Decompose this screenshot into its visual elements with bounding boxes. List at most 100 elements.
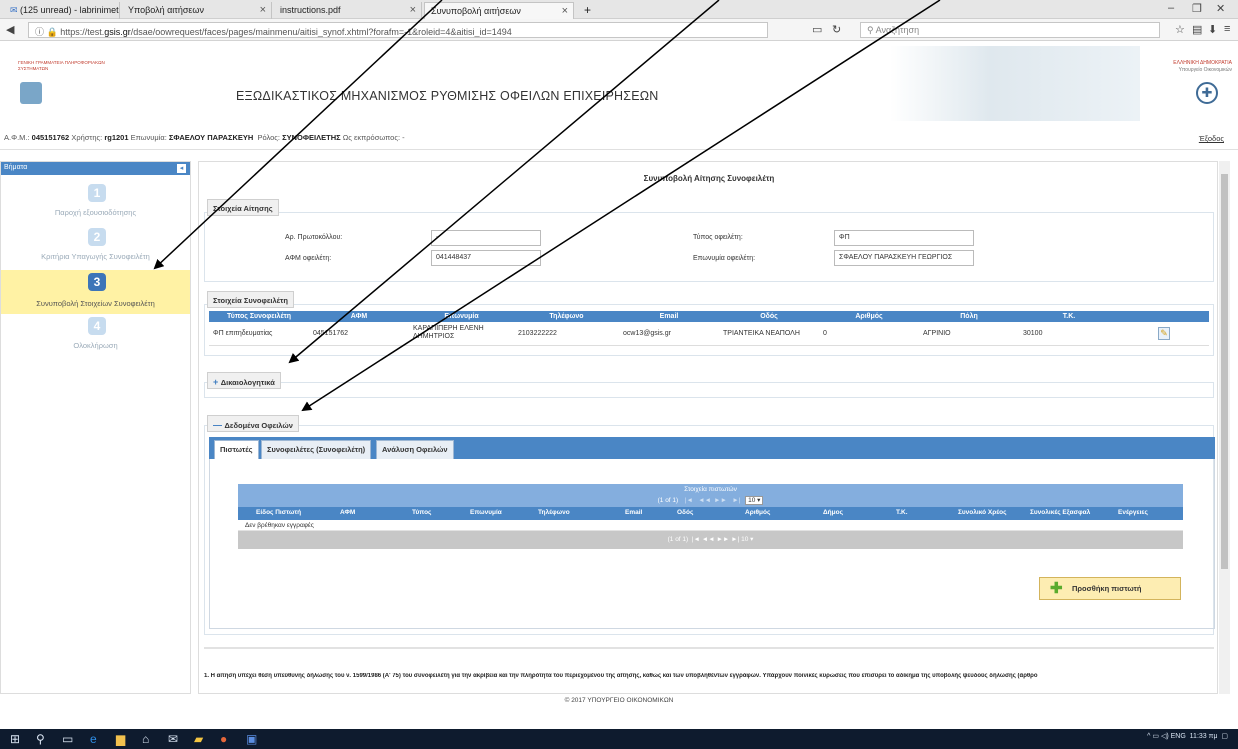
close-icon[interactable]: × (562, 5, 568, 17)
minimize-icon[interactable]: – (1168, 2, 1174, 14)
next-page-icon[interactable]: ►► (713, 495, 727, 507)
tray-icons[interactable]: ^ ▭ ◁) (1147, 733, 1170, 740)
library-icon[interactable]: ▤ (1192, 23, 1202, 36)
documents-section-toggle[interactable]: + Δικαιολογητικά (207, 372, 281, 389)
name-value: ΣΦΑΕΛΟΥ ΠΑΡΑΣΚΕΥΗ (168, 133, 254, 142)
representative-value: Ως εκπρόσωπος: - (342, 133, 405, 142)
app-icon[interactable]: ▣ (246, 732, 257, 746)
column-header: Συνολικό Χρέος (958, 509, 1007, 516)
column-header-actions (1119, 311, 1209, 322)
scrollbar-thumb[interactable] (1221, 174, 1228, 569)
store-icon[interactable]: ⌂ (142, 732, 149, 746)
browser-tab-submissions[interactable]: Υποβολή αιτήσεων × (122, 2, 272, 19)
browser-tab-bar: ✉ (125 unread) - labrinimetas × Υποβολή … (0, 0, 1238, 19)
divider (204, 647, 1214, 649)
expand-plus-icon: + (213, 377, 221, 387)
add-creditor-button[interactable]: ✚ Προσθήκη πιστωτή (1039, 577, 1181, 600)
mail-icon[interactable]: ✉ (168, 732, 178, 746)
column-header: Τ.Κ. (896, 509, 908, 516)
browser-tab-mail[interactable]: ✉ (125 unread) - labrinimetas × (4, 2, 120, 19)
page-size-select[interactable]: 10 ▾ (745, 496, 764, 505)
cell-afm: 045151762 (309, 322, 409, 346)
role-value: ΣΥΝΟΦΕΙΛΕΤΗΣ (282, 133, 341, 142)
gsis-logo (20, 82, 42, 104)
documents-section-label: Δικαιολογητικά (220, 378, 275, 387)
debts-tabs: Πιστωτές Συνοφειλέτες (Συνοφειλέτη) Ανάλ… (209, 437, 1215, 459)
download-icon[interactable]: ⬇ (1208, 23, 1217, 36)
step-number: 3 (88, 273, 106, 291)
step-criteria[interactable]: 2 Κριτήρια Υπαγωγής Συνοφειλέτη (1, 228, 190, 268)
prev-page-icon[interactable]: ◄◄ (702, 536, 715, 543)
task-view-icon[interactable]: ▭ (62, 732, 73, 746)
codebtor-section-label[interactable]: Στοιχεία Συνοφειλέτη (207, 291, 294, 308)
folder-icon[interactable]: ▰ (194, 732, 203, 746)
menu-icon[interactable]: ≡ (1224, 23, 1230, 35)
collapse-minus-icon: — (213, 420, 225, 430)
close-icon[interactable]: × (410, 4, 416, 16)
step-number: 1 (88, 184, 106, 202)
language-indicator[interactable]: ENG (1171, 733, 1186, 740)
browser-search-input[interactable]: ⚲ Αναζήτηση (860, 22, 1160, 38)
application-section-label[interactable]: Στοιχεία Αίτησης (207, 199, 279, 216)
column-header: Οδός (719, 311, 819, 322)
last-page-icon[interactable]: ►| (729, 495, 743, 507)
prev-page-icon[interactable]: ◄◄ (698, 495, 712, 507)
screen: ✉ (125 unread) - labrinimetas × Υποβολή … (0, 0, 1238, 749)
column-header: Τύπος Συνοφειλέτη (209, 311, 309, 322)
last-page-icon[interactable]: ►| (731, 536, 739, 543)
step-authorization[interactable]: 1 Παροχή εξουσιοδότησης (1, 184, 190, 224)
column-header: Αριθμός (745, 509, 771, 516)
browser-tab-instructions[interactable]: instructions.pdf × (274, 2, 422, 19)
column-header: Τηλέφωνο (514, 311, 619, 322)
windows-start-icon[interactable]: ⊞ (10, 732, 20, 746)
collapse-icon[interactable]: ◂ (177, 164, 186, 173)
os-taskbar: ⊞ ⚲ ▭ e ▆ ⌂ ✉ ▰ ● ▣ ^ ▭ ◁) ENG 11:33 πμ … (0, 729, 1238, 749)
new-tab-button[interactable]: + (578, 0, 598, 17)
page-size-select[interactable]: 10 ▾ (741, 536, 753, 543)
reader-icon[interactable]: ▭ (812, 23, 822, 36)
application-section (204, 212, 1214, 282)
grid-pager-bottom: (1 of 1) |◄ ◄◄ ►► ►| 10 ▾ (238, 531, 1183, 549)
step-completion[interactable]: 4 Ολοκλήρωση (1, 317, 190, 357)
url-host: gsis.gr (104, 27, 131, 37)
column-header: Email (619, 311, 719, 322)
org-right: ΕΛΛΗΝΙΚΗ ΔΗΜΟΚΡΑΤΙΑ Υπουργείο Οικονομικώ… (1173, 60, 1232, 74)
url-bar[interactable]: ⓘ 🔒 https://test.gsis.gr/dsae/oowrequest… (28, 22, 768, 38)
cell-phone: 2103222222 (514, 322, 619, 346)
cell-name: ΚΑΡΑΠΙΠΕΡΗ ΕΛΕΝΗ ΔΗΜΗΤΡΙΟΣ (409, 322, 514, 346)
firefox-icon[interactable]: ● (220, 732, 227, 746)
edge-icon[interactable]: e (90, 732, 97, 746)
step-cosubmission[interactable]: 3 Συνυποβολή Στοιχείων Συνοφειλέτη (1, 270, 190, 314)
column-header: Ενέργειες (1118, 509, 1148, 516)
maximize-icon[interactable]: ❐ (1192, 2, 1202, 15)
tab-debt-analysis[interactable]: Ανάλυση Οφειλών (376, 440, 454, 459)
reload-icon[interactable]: ↻ (832, 23, 841, 36)
grid-title: Στοιχεία πιστωτών (238, 484, 1183, 495)
close-window-icon[interactable]: ✕ (1216, 2, 1225, 15)
afm-label: Α.Φ.Μ.: (4, 133, 30, 142)
legal-footnote: 1. Η αίτηση υπέχει θέση υπεύθυνης δήλωση… (204, 673, 1038, 679)
step-label: Κριτήρια Υπαγωγής Συνοφειλέτη (41, 252, 150, 261)
search-icon: ⚲ (867, 25, 876, 35)
bookmark-star-icon[interactable]: ☆ (1175, 23, 1185, 36)
browser-nav-bar: ◀ ⓘ 🔒 https://test.gsis.gr/dsae/oowreque… (0, 19, 1238, 41)
edit-icon[interactable]: ✎ (1158, 326, 1170, 340)
copyright: © 2017 ΥΠΟΥΡΓΕΙΟ ΟΙΚΟΝΟΜΙΚΩΝ (564, 697, 674, 704)
column-header: Email (625, 509, 643, 516)
search-icon[interactable]: ⚲ (36, 732, 45, 746)
close-icon[interactable]: × (260, 4, 266, 16)
debtor-name-field: ΣΦΑΕΛΟΥ ΠΑΡΑΣΚΕΥΗ ΓΕΩΡΓΙΟΣ (834, 250, 974, 266)
debts-section-toggle[interactable]: — Δεδομένα Οφειλών (207, 415, 299, 432)
user-value: rg1201 (104, 133, 129, 142)
file-explorer-icon[interactable]: ▆ (116, 732, 125, 746)
back-icon[interactable]: ◀ (6, 23, 14, 36)
tab-codebtors[interactable]: Συνοφειλέτες (Συνοφειλέτη) (261, 440, 372, 459)
first-page-icon[interactable]: |◄ (692, 536, 700, 543)
browser-tab-cosubmission[interactable]: Συνυποβολή αιτήσεων × (424, 2, 574, 19)
first-page-icon[interactable]: |◄ (682, 495, 696, 507)
next-page-icon[interactable]: ►► (716, 536, 729, 543)
logout-link[interactable]: Έξοδος (1199, 134, 1224, 143)
notifications-icon[interactable]: ▢ (1221, 733, 1228, 740)
tab-creditors[interactable]: Πιστωτές (214, 440, 259, 459)
url-prefix: https://test. (60, 27, 105, 37)
